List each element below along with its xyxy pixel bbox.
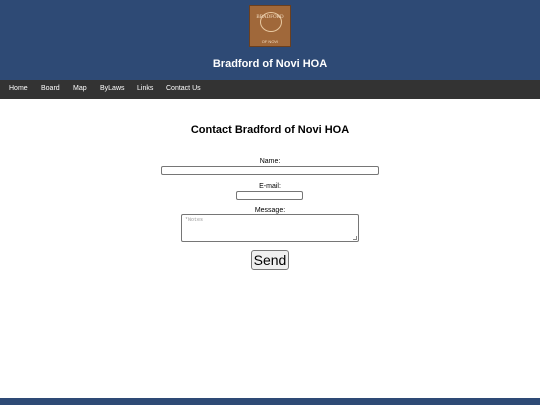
- nav-item-board[interactable]: Board: [41, 85, 60, 92]
- facebook-link[interactable]: facebook: [258, 406, 282, 412]
- name-label: Name:: [259, 158, 281, 165]
- resize-handle-icon[interactable]: [353, 236, 357, 240]
- site-logo[interactable]: BRADFORD OF NOVI: [249, 5, 291, 47]
- send-button[interactable]: Send: [251, 250, 289, 270]
- nav-item-bylaws[interactable]: ByLaws: [100, 85, 125, 92]
- message-placeholder: *Notes: [185, 217, 204, 223]
- message-label: Message:: [254, 207, 286, 214]
- nav-item-contact-us[interactable]: Contact Us: [166, 85, 201, 92]
- message-textarea[interactable]: *Notes: [181, 214, 359, 242]
- nav-item-home[interactable]: Home: [9, 85, 28, 92]
- site-footer: facebook: [0, 398, 540, 412]
- site-title: Bradford of Novi HOA: [212, 58, 328, 70]
- logo-text: BRADFORD: [256, 15, 284, 20]
- name-input[interactable]: [161, 166, 379, 175]
- logo-subtext: OF NOVI: [261, 39, 279, 44]
- email-input[interactable]: [236, 191, 303, 200]
- main-nav: Home Board Map ByLaws Links Contact Us: [0, 80, 540, 99]
- email-label: E-mail:: [259, 183, 281, 190]
- nav-item-links[interactable]: Links: [137, 85, 153, 92]
- site-header: BRADFORD OF NOVI Bradford of Novi HOA: [0, 0, 540, 80]
- nav-item-map[interactable]: Map: [73, 85, 87, 92]
- page-title: Contact Bradford of Novi HOA: [190, 124, 350, 136]
